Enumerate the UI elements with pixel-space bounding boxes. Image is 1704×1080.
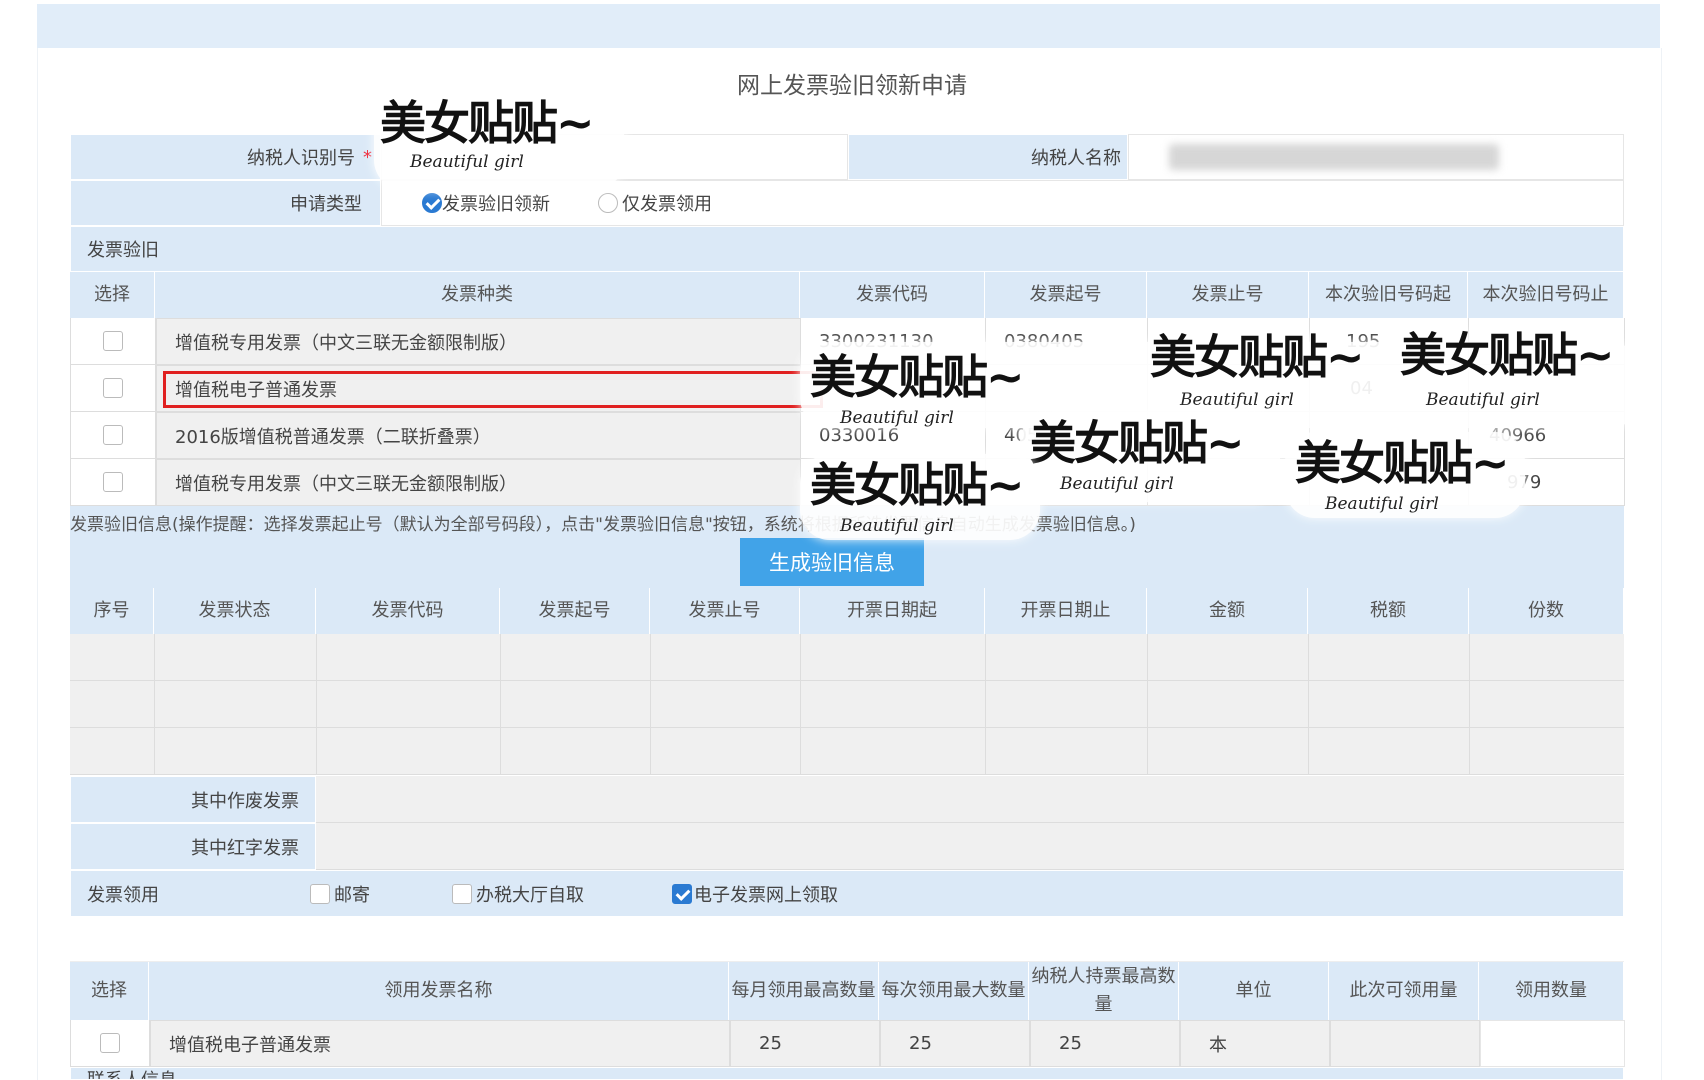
result-table-header: 序号 发票状态 发票代码 发票起号 发票止号 开票日期起 开票日期止 金额 税额… bbox=[70, 588, 1624, 634]
sticker-overlay: 美女贴贴~ Beautiful girl bbox=[1020, 412, 1280, 502]
receive-option-online[interactable]: 电子发票网上领取 bbox=[672, 880, 838, 908]
row-checkbox[interactable] bbox=[103, 378, 123, 398]
row-available bbox=[1330, 1020, 1480, 1067]
receive-table-header: 选择 领用发票名称 每月领用最高数量 每次领用最大数量 纳税人持票最高数量 单位… bbox=[70, 962, 1624, 1020]
apply-option-receive-only[interactable]: 仅发票领用 bbox=[598, 190, 712, 216]
result-table-body bbox=[70, 634, 1624, 775]
row-invoice-type: 增值税专用发票（中文三联无金额限制版） bbox=[156, 459, 801, 506]
checkbox-icon[interactable] bbox=[310, 884, 330, 904]
row-monthly-max: 25 bbox=[730, 1020, 880, 1067]
section-verify-title: 发票验旧 bbox=[70, 226, 1624, 272]
col-invoice-end: 发票止号 bbox=[1147, 272, 1309, 318]
taxpayer-name-field[interactable] bbox=[1128, 134, 1624, 180]
table-row: 增值税电子普通发票 25 25 25 本 bbox=[70, 1020, 1625, 1067]
checkbox-checked-icon[interactable] bbox=[672, 884, 692, 904]
row-invoice-type: 增值税专用发票（中文三联无金额限制版） bbox=[156, 318, 801, 365]
table-row-select bbox=[71, 459, 156, 506]
sticker-overlay: 美女贴贴~ Beautiful girl bbox=[1400, 328, 1615, 410]
row-checkbox[interactable] bbox=[100, 1033, 120, 1053]
col-invoice-start: 发票起号 bbox=[985, 272, 1147, 318]
row-checkbox[interactable] bbox=[103, 472, 123, 492]
col-hold-max: 纳税人持票最高数量 bbox=[1029, 962, 1179, 1020]
receive-row: 发票领用 bbox=[70, 870, 1624, 917]
radio-unchecked-icon[interactable] bbox=[598, 193, 618, 213]
col-code: 发票代码 bbox=[316, 588, 500, 634]
top-banner bbox=[37, 4, 1660, 48]
col-verify-end: 本次验旧号码止 bbox=[1468, 272, 1624, 318]
row-checkbox[interactable] bbox=[103, 425, 123, 445]
col-invoice-type: 发票种类 bbox=[155, 272, 800, 318]
col-invoice-code: 发票代码 bbox=[800, 272, 985, 318]
col-tax: 税额 bbox=[1308, 588, 1469, 634]
col-end: 发票止号 bbox=[650, 588, 800, 634]
radio-checked-icon[interactable] bbox=[422, 193, 442, 213]
table-row-select bbox=[71, 412, 156, 459]
row-select bbox=[71, 1020, 150, 1067]
blurred-name bbox=[1169, 144, 1499, 170]
col-status: 发票状态 bbox=[154, 588, 316, 634]
col-unit: 单位 bbox=[1179, 962, 1329, 1020]
receive-option-hall[interactable]: 办税大厅自取 bbox=[452, 880, 584, 908]
contact-section-title: 联系人信息 bbox=[70, 1067, 1624, 1080]
receive-label: 发票领用 bbox=[87, 884, 159, 906]
verify-table-header: 选择 发票种类 发票代码 发票起号 发票止号 本次验旧号码起 本次验旧号码止 bbox=[70, 272, 1624, 318]
col-date-end: 开票日期止 bbox=[985, 588, 1147, 634]
generate-verify-info-button[interactable]: 生成验旧信息 bbox=[740, 538, 924, 586]
apply-option-renew[interactable]: 发票验旧领新 bbox=[422, 190, 550, 216]
sticker-overlay: 美女贴贴~ Beautiful girl bbox=[1150, 330, 1365, 410]
col-select: 选择 bbox=[70, 272, 155, 318]
col-verify-start: 本次验旧号码起 bbox=[1309, 272, 1468, 318]
col-each-max: 每次领用最大数量 bbox=[879, 962, 1029, 1020]
apply-type-label: 申请类型 bbox=[70, 180, 381, 226]
sticker-overlay: 美女贴贴~ Beautiful girl bbox=[1285, 432, 1525, 518]
col-count: 份数 bbox=[1469, 588, 1624, 634]
col-invoice-name: 领用发票名称 bbox=[149, 962, 729, 1020]
page-title: 网上发票验旧领新申请 bbox=[737, 73, 967, 99]
sticker-overlay: 美女贴贴~ Beautiful girl bbox=[800, 454, 1040, 540]
row-hold-max: 25 bbox=[1030, 1020, 1180, 1067]
checkbox-icon[interactable] bbox=[452, 884, 472, 904]
row-invoice-type: 增值税电子普通发票 bbox=[156, 365, 823, 412]
row-quantity-input[interactable] bbox=[1480, 1020, 1625, 1067]
taxpayer-name-label: 纳税人名称 bbox=[848, 134, 1128, 180]
void-invoice-value bbox=[316, 776, 1624, 823]
void-invoice-label: 其中作废发票 bbox=[70, 776, 316, 823]
row-invoice-type: 2016版增值税普通发票（二联折叠票） bbox=[156, 412, 801, 459]
col-monthly-max: 每月领用最高数量 bbox=[729, 962, 879, 1020]
red-invoice-label: 其中红字发票 bbox=[70, 823, 316, 870]
table-row-select bbox=[71, 318, 156, 365]
col-amount: 金额 bbox=[1147, 588, 1308, 634]
col-date-start: 开票日期起 bbox=[800, 588, 985, 634]
receive-option-mail[interactable]: 邮寄 bbox=[310, 880, 370, 908]
sticker-overlay: 美女贴贴~ Beautiful girl bbox=[800, 342, 1640, 428]
row-checkbox[interactable] bbox=[103, 331, 123, 351]
table-row-select bbox=[71, 365, 156, 412]
spacer-row bbox=[70, 917, 1624, 962]
row-each-max: 25 bbox=[880, 1020, 1030, 1067]
row-unit: 本 bbox=[1180, 1020, 1330, 1067]
sticker-overlay: 美女贴贴~ Beautiful girl bbox=[374, 94, 624, 190]
col-quantity: 领用数量 bbox=[1479, 962, 1624, 1020]
taxpayer-id-label: 纳税人识别号 * bbox=[70, 134, 381, 180]
red-invoice-value bbox=[316, 823, 1624, 870]
col-seq: 序号 bbox=[70, 588, 154, 634]
row-invoice-name: 增值税电子普通发票 bbox=[150, 1020, 730, 1067]
highlight-box bbox=[163, 371, 823, 408]
col-available: 此次可领用量 bbox=[1329, 962, 1479, 1020]
col-start: 发票起号 bbox=[500, 588, 650, 634]
required-mark: * bbox=[363, 146, 372, 168]
col-select: 选择 bbox=[70, 962, 149, 1020]
